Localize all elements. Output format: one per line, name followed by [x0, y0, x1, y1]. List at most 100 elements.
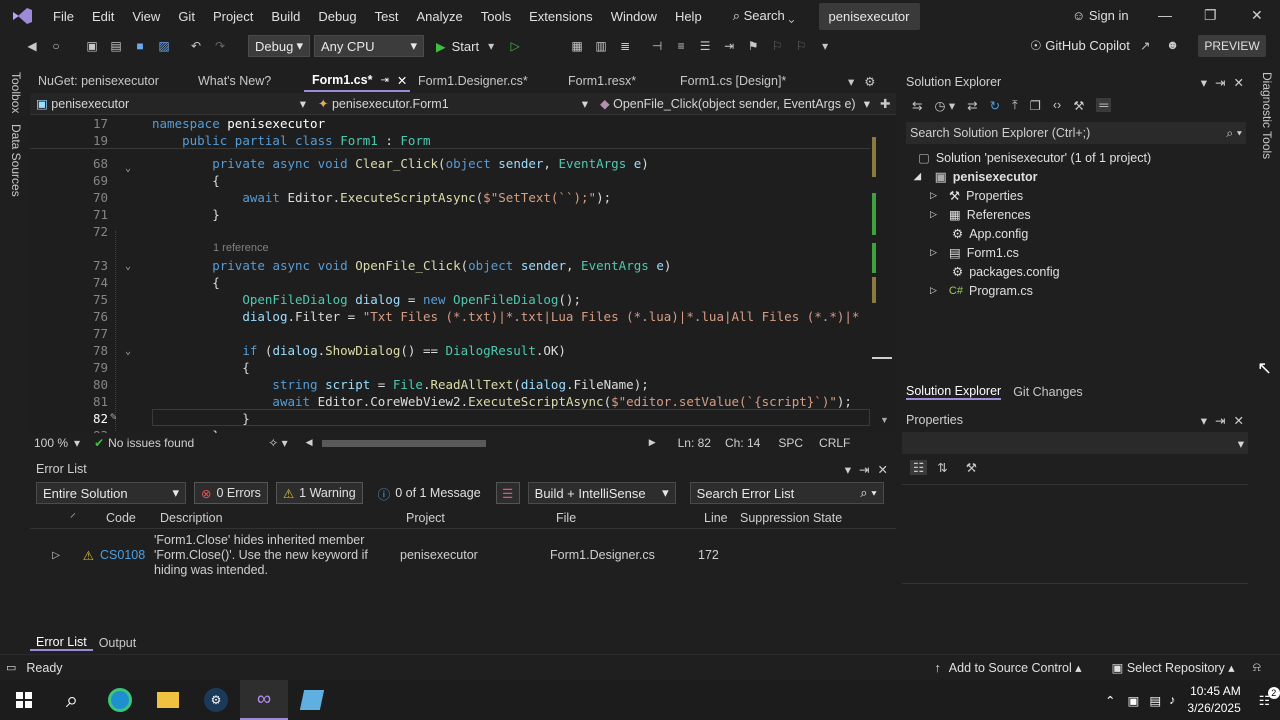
notification-center-icon[interactable]: ☷ 2 [1259, 686, 1280, 708]
close-window-icon[interactable]: ✕ [1251, 7, 1263, 24]
collapsed-arrow-icon[interactable]: ▷ [930, 209, 937, 220]
scroll-thumb[interactable] [321, 440, 486, 447]
layout-icon[interactable]: ▥ [591, 36, 611, 56]
select-repository[interactable]: ▣ Select Repository ▴ [1112, 660, 1235, 675]
menu-extensions[interactable]: Extensions [520, 9, 602, 24]
data-sources-tab[interactable]: Data Sources [9, 124, 23, 197]
sign-in-link[interactable]: ☺ Sign in [1072, 8, 1129, 23]
feedback-icon[interactable]: ☻ [1166, 38, 1179, 52]
error-code-link[interactable]: CS0108 [94, 548, 150, 562]
align-icon[interactable]: ⊣ [647, 36, 667, 56]
code-line[interactable]: private async void Clear_Click(object se… [152, 156, 649, 171]
tab-form1-designer[interactable]: Form1.Designer.cs* [410, 70, 560, 92]
code-editor[interactable]: 68 private async void Clear_Click(object… [30, 115, 870, 433]
scroll-right-icon[interactable]: ▶ [649, 437, 656, 448]
code-line[interactable]: OpenFileDialog dialog = new OpenFileDial… [152, 292, 581, 307]
indent-icon[interactable]: ⇥ [719, 36, 739, 56]
back-icon[interactable]: ◀ [22, 36, 42, 56]
search-menu[interactable]: ⌕ Search ⌄ [725, 8, 803, 24]
code-line[interactable]: { [152, 173, 220, 188]
whitespace-indicator[interactable]: SPC [778, 436, 803, 450]
close-tab-icon[interactable]: ✕ [397, 73, 407, 88]
scroll-thumb[interactable] [872, 357, 892, 359]
menu-help[interactable]: Help [666, 9, 711, 24]
preview-badge[interactable]: PREVIEW [1198, 35, 1266, 57]
errors-filter-button[interactable]: ⊗ 0 Errors [194, 482, 268, 504]
file-explorer-icon[interactable] [144, 680, 192, 720]
tab-output[interactable]: Output [93, 636, 143, 650]
start-icon[interactable]: ▶ [436, 39, 446, 54]
notifications-bell-icon[interactable]: ⍾ [1253, 660, 1261, 675]
quick-action-brush-icon[interactable]: ✎ [110, 410, 117, 423]
configuration-select[interactable]: Debug ▾ [248, 35, 310, 57]
window-options-icon[interactable]: ▾ [845, 462, 851, 477]
menu-project[interactable]: Project [204, 9, 262, 24]
zoom-level[interactable]: 100 % [34, 436, 68, 450]
save-icon[interactable]: ■ [130, 36, 150, 56]
minimize-icon[interactable]: — [1158, 7, 1172, 23]
pin-icon[interactable]: ⇥ [859, 462, 869, 477]
collapse-icon[interactable]: ⌄ [125, 346, 131, 357]
menu-git[interactable]: Git [169, 9, 204, 24]
bookmark-prev-icon[interactable]: ⚐ [767, 36, 787, 56]
tree-program-cs[interactable]: ▷ C# Program.cs [902, 281, 1248, 300]
open-folder-icon[interactable]: ▤ [106, 36, 126, 56]
visual-studio-logo-icon[interactable] [0, 0, 44, 32]
collapsed-arrow-icon[interactable]: ▷ [930, 190, 937, 201]
menu-tools[interactable]: Tools [472, 9, 520, 24]
edge-browser-icon[interactable] [96, 680, 144, 720]
format-icon[interactable]: ≡ [671, 36, 691, 56]
network-icon[interactable]: ▤ [1149, 693, 1161, 708]
tab-form1-design[interactable]: Form1.cs [Design]* [672, 70, 832, 92]
expand-icon[interactable]: ▷ [30, 550, 60, 561]
start-dropdown-icon[interactable]: ▾ [481, 36, 501, 56]
filter-icon[interactable]: ☰ [495, 482, 520, 504]
solution-folder-icon[interactable]: ▦ [567, 36, 587, 56]
restore-icon[interactable]: ❐ [1204, 7, 1217, 24]
class-dropdown[interactable]: ✦ penisexecutor.Form1 ▾ [312, 96, 594, 111]
show-all-files-icon[interactable]: ❐ [1030, 98, 1041, 113]
refresh-icon[interactable]: ↻ [990, 98, 1000, 113]
add-source-control[interactable]: Add to Source Control ▴ [949, 660, 1082, 675]
collapsed-arrow-icon[interactable]: ▷ [930, 247, 937, 258]
tree-properties[interactable]: ▷ ⚒ Properties [902, 186, 1248, 205]
tab-form1-resx[interactable]: Form1.resx* [560, 70, 672, 92]
copilot-button[interactable]: ☉ GitHub Copilot [1030, 38, 1130, 54]
code-line[interactable]: { [152, 360, 250, 375]
start-without-debug-icon[interactable]: ▷ [505, 36, 525, 56]
menu-debug[interactable]: Debug [309, 9, 365, 24]
start-button[interactable]: Start [452, 39, 479, 54]
menu-edit[interactable]: Edit [83, 9, 123, 24]
code-line[interactable]: string script = File.ReadAllText(dialog.… [152, 377, 648, 392]
menu-analyze[interactable]: Analyze [407, 9, 471, 24]
diagnostic-tools-tab[interactable]: Diagnostic Tools [1260, 72, 1274, 159]
tree-app-config[interactable]: ⚙ App.config [902, 224, 1248, 243]
column-line[interactable]: Line [704, 511, 740, 525]
new-project-icon[interactable]: ▣ [82, 36, 102, 56]
app-taskbar-icon[interactable] [288, 680, 336, 720]
column-file[interactable]: File [556, 511, 704, 525]
property-pages-icon[interactable]: ⚒ [966, 460, 977, 475]
volume-icon[interactable]: ♪ [1169, 693, 1175, 707]
pin-icon[interactable]: ⇥ [380, 75, 388, 86]
redo-icon[interactable]: ↷ [210, 36, 230, 56]
pin-icon[interactable]: ⇥ [1215, 75, 1225, 90]
visual-studio-taskbar-icon[interactable]: ∞ [240, 680, 288, 720]
error-row[interactable]: ▷ ⚠ CS0108 'Form1.Close' hides inherited… [30, 529, 896, 581]
scroll-left-icon[interactable]: ◀ [306, 437, 313, 448]
steam-icon[interactable]: ⚙ [192, 680, 240, 720]
build-source-select[interactable]: Build + IntelliSense ▾ [527, 482, 676, 504]
code-line[interactable]: } [152, 207, 220, 222]
code-line[interactable]: dialog.Filter = "Txt Files (*.txt)|*.txt… [152, 309, 859, 324]
close-icon[interactable]: ✕ [1234, 75, 1244, 90]
code-line[interactable]: private async void OpenFile_Click(object… [152, 258, 671, 273]
view-code-icon[interactable]: ‹› [1053, 98, 1061, 112]
preview-selected-icon[interactable]: ═ [1096, 98, 1112, 112]
expanded-arrow-icon[interactable]: ◢ [914, 171, 921, 182]
solution-search-input[interactable]: Search Solution Explorer (Ctrl+;) ⌕ ▾ [906, 122, 1246, 144]
project-dropdown[interactable]: ▣ penisexecutor ▾ [30, 96, 312, 111]
device-icon[interactable]: ▣ [1128, 693, 1140, 708]
tab-solution-explorer[interactable]: Solution Explorer [906, 384, 1002, 400]
editor-vertical-scrollbar[interactable]: ▼ [870, 115, 896, 433]
window-options-icon[interactable]: ▾ [1201, 413, 1207, 428]
